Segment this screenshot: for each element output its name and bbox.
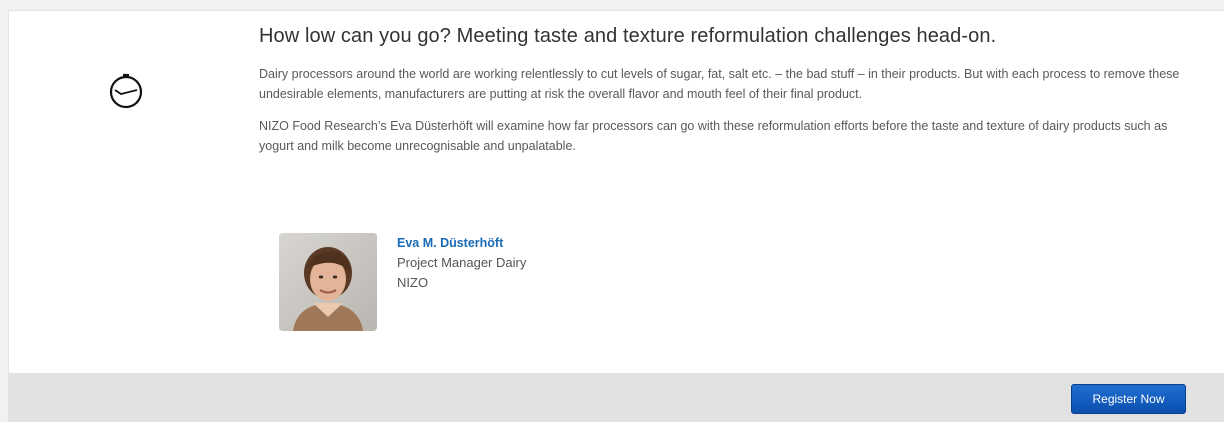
card-footer: Register Now bbox=[9, 373, 1224, 422]
session-description-1: Dairy processors around the world are wo… bbox=[259, 67, 1180, 101]
speaker-block: Eva M. Düsterhöft Project Manager Dairy … bbox=[279, 233, 526, 331]
speaker-portrait-image bbox=[279, 233, 377, 331]
session-card: How low can you go? Meeting taste and te… bbox=[8, 10, 1224, 422]
speaker-name-link[interactable]: Eva M. Düsterhöft bbox=[397, 233, 526, 253]
speaker-role: Project Manager Dairy bbox=[397, 255, 527, 270]
session-title: How low can you go? Meeting taste and te… bbox=[259, 25, 997, 47]
speaker-photo bbox=[279, 233, 377, 331]
register-now-button[interactable]: Register Now bbox=[1071, 384, 1186, 414]
speaker-info: Eva M. Düsterhöft Project Manager Dairy … bbox=[397, 233, 526, 331]
speaker-company: NIZO bbox=[397, 275, 429, 290]
session-description-2: NIZO Food Research’s Eva Düsterhöft will… bbox=[259, 119, 1168, 153]
session-content: How low can you go? Meeting taste and te… bbox=[259, 24, 1199, 168]
clock-icon bbox=[109, 73, 143, 109]
